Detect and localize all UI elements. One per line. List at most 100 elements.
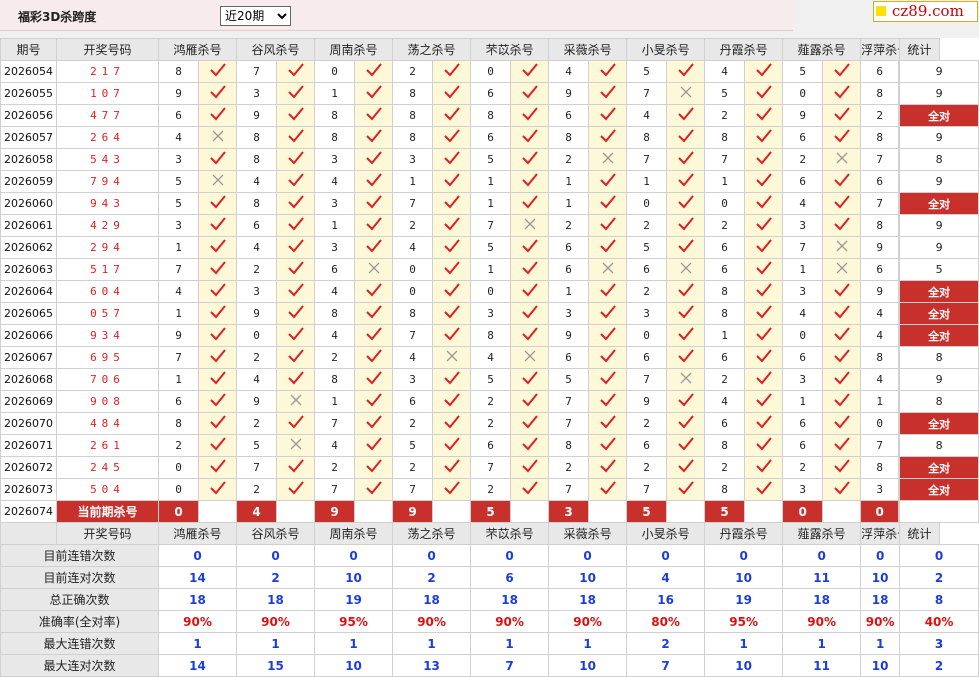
check-icon	[197, 302, 238, 325]
kill-number-cell: 2	[626, 412, 668, 435]
kill-number-cell: 6	[158, 390, 199, 413]
stats-value: 10	[860, 654, 901, 677]
stats-value: 7	[626, 654, 706, 677]
check-icon	[197, 280, 238, 303]
kill-number-cell: 7	[158, 346, 199, 369]
stats-value: 18	[157, 588, 238, 611]
kill-number-cell: 3	[236, 82, 278, 105]
kill-number-cell: 1	[860, 390, 900, 413]
kill-number-cell: 2	[392, 456, 434, 479]
column-header: 开奖号码	[56, 38, 159, 61]
table-header-row: 开奖号码 鸿雁杀号 谷风杀号 周南杀号 荡之杀号 芣苡杀号 采薇杀号 小旻杀号 丹霞杀号 薤露杀号…	[0, 522, 979, 545]
column-header: 谷风杀号	[236, 522, 316, 545]
check-icon	[666, 390, 706, 413]
stats-value: 18	[782, 588, 862, 611]
check-icon	[510, 236, 550, 259]
kill-number-cell: 7	[626, 148, 668, 171]
period-cell: 2026060	[0, 192, 57, 215]
check-icon	[744, 148, 784, 171]
kill-number-cell: 1	[470, 170, 512, 193]
kill-number-cell: 6	[236, 214, 278, 237]
stat-total-cell: 全对	[899, 104, 979, 127]
stats-value: 0	[860, 544, 901, 567]
check-icon	[666, 214, 706, 237]
check-icon	[510, 434, 550, 457]
stats-value: 1	[157, 632, 238, 655]
cross-icon	[197, 126, 238, 149]
current-kill-badge: 0	[158, 500, 199, 523]
kill-number-cell: 4	[392, 236, 434, 259]
check-icon	[197, 82, 238, 105]
kill-number-cell: 7	[470, 214, 512, 237]
check-icon	[510, 390, 550, 413]
kill-number-cell: 7	[860, 148, 900, 171]
kill-number-cell: 7	[392, 478, 434, 501]
column-header: 采薇杀号	[548, 38, 628, 61]
check-icon	[588, 324, 628, 347]
kill-number-cell: 4	[548, 60, 590, 83]
stats-row: 总正确次数 18 18 19 18 18 18 16 19 18 18 8	[0, 588, 979, 611]
check-icon	[432, 192, 472, 215]
check-icon	[276, 236, 316, 259]
kill-number-cell: 4	[704, 390, 746, 413]
check-icon	[197, 478, 238, 501]
table-row: 2026069 908 6 9 1 6 2 7 9 4 1 1 8	[0, 390, 979, 413]
stats-value: 0	[314, 544, 394, 567]
kill-number-cell: 3	[314, 148, 356, 171]
stats-row: 最大连对次数 14 15 10 13 7 10 7 10 11 10 2	[0, 654, 979, 677]
table-row: 2026063 517 7 2 6 0 1 6 6 6 1 6 5	[0, 258, 979, 281]
table-row: 2026054 217 8 7 0 2 0 4 5 4 5 6 9	[0, 60, 979, 83]
stats-value: 90%	[782, 610, 862, 633]
stats-value: 4	[626, 566, 706, 589]
kill-number-cell: 3	[236, 280, 278, 303]
kill-number-cell: 0	[704, 192, 746, 215]
column-header: 芣苡杀号	[470, 38, 550, 61]
check-icon	[197, 60, 238, 83]
kill-number-cell: 7	[626, 478, 668, 501]
stats-value: 18	[470, 588, 550, 611]
check-icon	[276, 104, 316, 127]
check-icon	[744, 324, 784, 347]
stats-value: 0	[782, 544, 862, 567]
kill-number-cell: 6	[314, 258, 356, 281]
kill-number-cell: 8	[860, 82, 900, 105]
kill-number-cell: 5	[236, 434, 278, 457]
check-icon	[432, 236, 472, 259]
kill-number-cell: 5	[626, 60, 668, 83]
stats-row: 准确率(全对率) 90% 90% 95% 90% 90% 90% 80% 95% 90% 90% 40…	[0, 610, 979, 633]
column-header: 采薇杀号	[548, 522, 628, 545]
kill-number-cell: 8	[158, 60, 199, 83]
kill-number-cell: 6	[704, 258, 746, 281]
check-icon	[432, 126, 472, 149]
kill-number-cell: 2	[470, 412, 512, 435]
stats-value: 1	[236, 632, 316, 655]
stats-value: 95%	[314, 610, 394, 633]
period-cell: 2026058	[0, 148, 57, 171]
kill-number-cell: 7	[314, 412, 356, 435]
check-icon	[822, 390, 862, 413]
check-icon	[822, 368, 862, 391]
kill-number-cell: 4	[470, 346, 512, 369]
kill-number-cell: 9	[236, 104, 278, 127]
empty-cell	[354, 500, 394, 523]
check-icon	[666, 280, 706, 303]
check-icon	[510, 456, 550, 479]
check-icon	[744, 192, 784, 215]
kill-number-cell: 2	[158, 434, 199, 457]
kill-number-cell: 2	[626, 214, 668, 237]
period-select[interactable]: 近20期	[220, 6, 291, 26]
kill-number-cell: 1	[314, 82, 356, 105]
check-icon	[822, 170, 862, 193]
winning-number-cell: 264	[56, 126, 159, 149]
table-row: 2026071 261 2 5 4 5 6 8 6 8 6 7 8	[0, 434, 979, 457]
kill-number-cell: 8	[860, 456, 900, 479]
page-title: 福彩3D杀跨度	[18, 10, 97, 24]
kill-number-cell: 6	[158, 104, 199, 127]
check-icon	[432, 302, 472, 325]
site-logo[interactable]: cz89.com	[873, 1, 978, 22]
check-icon	[197, 434, 238, 457]
stats-value: 2	[899, 654, 979, 677]
column-header: 统计	[899, 38, 940, 61]
kill-number-cell: 2	[236, 478, 278, 501]
kill-number-cell: 1	[704, 170, 746, 193]
